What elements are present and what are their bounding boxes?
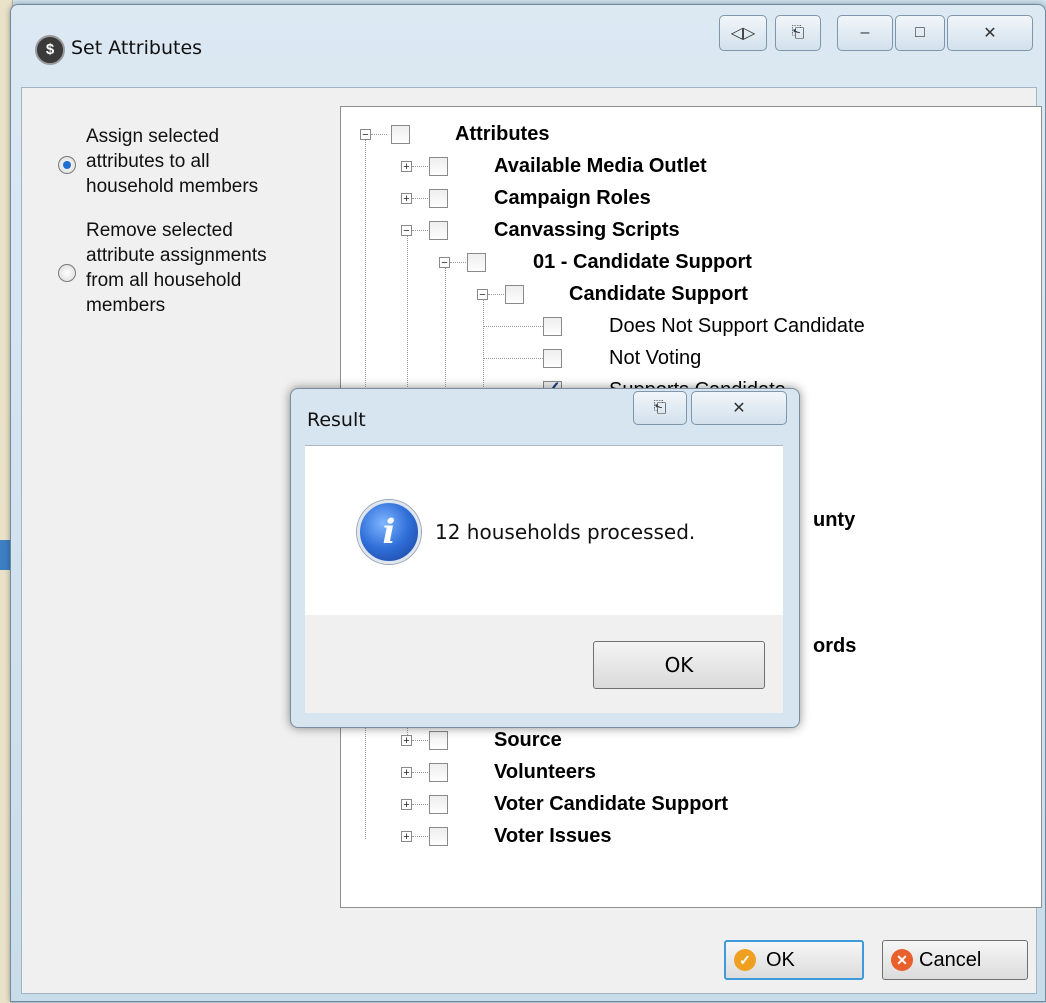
assign-option-label[interactable]: Assign selected attributes to all househ… [86,124,258,199]
result-dialog-title: Result [307,409,366,431]
tree-connector [412,740,428,741]
ok-button[interactable]: ✓ OK [724,940,864,980]
tree-connector [488,294,504,295]
app-icon: $ [35,35,65,65]
cancel-button[interactable]: ✕ Cancel [882,940,1028,980]
cancel-x-icon: ✕ [891,949,913,971]
remove-label-line: from all household [86,270,242,291]
cancel-button-label: Cancel [919,948,982,971]
tree-node-label[interactable]: Source [494,729,562,752]
assign-label-line: Assign selected [86,126,220,147]
clipboard-icon[interactable]: ⎗ [633,391,687,425]
tree-checkbox[interactable] [543,349,562,368]
ok-button-label: OK [766,948,795,971]
tree-connector [450,262,466,263]
tree-connector [483,358,543,359]
expand-icon[interactable]: + [401,193,412,205]
maximize-button[interactable]: □ [895,15,945,51]
remove-label-line: members [86,295,166,316]
tree-connector [412,836,428,837]
remove-label-line: attribute assignments [86,245,267,266]
result-close-button[interactable]: ✕ [691,391,787,425]
remove-option-label[interactable]: Remove selected attribute assignments fr… [86,218,267,318]
tree-node-label[interactable]: Does Not Support Candidate [609,315,865,338]
tree-connector [412,772,428,773]
tree-node-label[interactable]: Attributes [455,123,549,146]
tree-checkbox[interactable] [429,189,448,208]
tree-connector [483,299,484,389]
tree-connector [371,134,387,135]
tree-connector [412,166,428,167]
window-title: Set Attributes [71,37,203,59]
collapse-icon[interactable]: − [477,289,488,301]
result-message: 12 households processed. [435,520,696,544]
tree-node-label[interactable]: Candidate Support [569,283,748,306]
result-ok-button[interactable]: OK [593,641,765,689]
tree-node-label[interactable]: 01 - Candidate Support [533,251,752,274]
tree-checkbox[interactable] [543,317,562,336]
expand-icon[interactable]: + [401,767,412,779]
tree-node-label[interactable]: Voter Issues [494,825,611,848]
minimize-button[interactable]: – [837,15,893,51]
tree-connector [412,804,428,805]
expand-icon[interactable]: + [401,161,412,173]
close-button[interactable]: ✕ [947,15,1033,51]
tree-node-label[interactable]: Campaign Roles [494,187,651,210]
information-icon: i [357,500,421,564]
expand-icon[interactable]: + [401,735,412,747]
tree-checkbox[interactable] [429,763,448,782]
tree-checkbox[interactable] [429,221,448,240]
tree-node-label[interactable]: Not Voting [609,347,701,370]
tree-checkbox[interactable] [391,125,410,144]
collapse-icon[interactable]: − [360,129,371,141]
assign-label-line: attributes to all [86,151,210,172]
expand-icon[interactable]: + [401,831,412,843]
tree-node-label-partial[interactable]: unty [813,509,855,532]
tree-checkbox[interactable] [429,795,448,814]
assign-label-line: household members [86,176,259,197]
snap-icon[interactable]: ◁▷ [719,15,767,51]
tree-connector [483,326,543,327]
ok-check-icon: ✓ [734,949,756,971]
collapse-icon[interactable]: − [401,225,412,237]
tree-checkbox[interactable] [429,731,448,750]
expand-icon[interactable]: + [401,799,412,811]
tree-node-label[interactable]: Canvassing Scripts [494,219,680,242]
clipboard-icon[interactable]: ⎗ [775,15,821,51]
collapse-icon[interactable]: − [439,257,450,269]
remove-radio[interactable] [58,264,76,282]
background-app-accent [0,540,10,570]
remove-label-line: Remove selected [86,220,233,241]
tree-checkbox[interactable] [429,827,448,846]
assign-radio[interactable] [58,156,76,174]
tree-node-label[interactable]: Voter Candidate Support [494,793,728,816]
result-dialog-footer: OK [305,615,783,713]
tree-checkbox[interactable] [429,157,448,176]
tree-node-label-partial[interactable]: ords [813,635,856,658]
result-dialog: Result ⎗ ✕ i 12 households processed. OK [290,388,800,728]
result-dialog-body: i 12 households processed. [305,445,783,616]
tree-connector [412,230,428,231]
tree-checkbox[interactable] [505,285,524,304]
tree-node-label[interactable]: Volunteers [494,761,596,784]
tree-connector [412,198,428,199]
title-bar[interactable]: $ Set Attributes ◁▷ ⎗ – □ ✕ [11,5,1045,87]
tree-node-label[interactable]: Available Media Outlet [494,155,707,178]
tree-checkbox[interactable] [467,253,486,272]
